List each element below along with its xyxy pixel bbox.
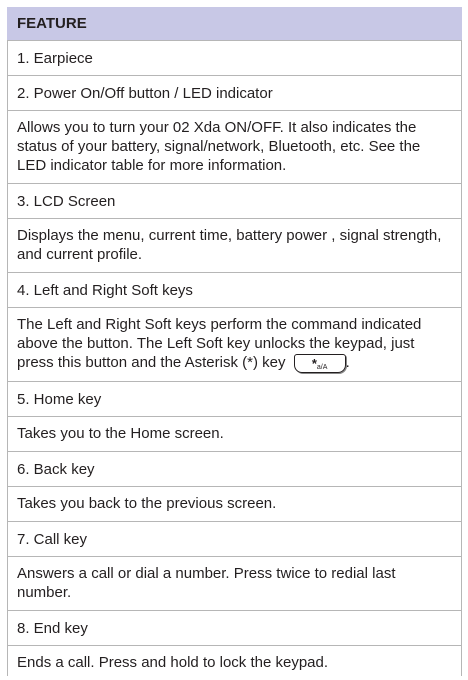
feature-description: Takes you to the Home screen.	[7, 415, 462, 451]
feature-description-text: The Left and Right Soft keys perform the…	[17, 316, 422, 371]
feature-description: Ends a call. Press and hold to lock the …	[7, 644, 462, 680]
feature-title: 2. Power On/Off button / LED indicator	[17, 85, 273, 102]
table-row: 3. LCD Screen Displays the menu, current…	[7, 184, 462, 273]
feature-title: 1. Earpiece	[17, 50, 93, 67]
feature-description: The Left and Right Soft keys perform the…	[7, 307, 462, 381]
feature-table: FEATURE 1. Earpiece 2. Power On/Off butt…	[7, 7, 462, 680]
feature-description: Displays the menu, current time, battery…	[7, 218, 462, 272]
feature-title: 7. Call key	[17, 530, 88, 548]
table-row: 1. Earpiece	[7, 41, 462, 76]
feature-title: 6. Back key	[17, 460, 95, 478]
table-row: 7. Call key Answers a call or dial a num…	[7, 522, 462, 611]
table-row: 6. Back key Takes you back to the previo…	[7, 452, 462, 522]
table-row: 4. Left and Right Soft keys The Left and…	[7, 273, 462, 382]
table-header: FEATURE	[7, 7, 462, 41]
feature-title: 5. Home key	[17, 390, 102, 408]
table-row: 2. Power On/Off button / LED indicator A…	[7, 76, 462, 184]
feature-title: 3. LCD Screen	[17, 193, 116, 210]
asterisk-key-icon: *a/A	[293, 353, 346, 373]
table-row: 8. End key Ends a call. Press and hold t…	[7, 611, 462, 680]
table-row: 5. Home key Takes you to the Home screen…	[7, 382, 462, 452]
feature-description: Answers a call or dial a number. Press t…	[7, 555, 462, 610]
feature-title: 8. End key	[17, 619, 88, 637]
feature-title: 4. Left and Right Soft keys	[17, 282, 193, 299]
feature-description: Allows you to turn your 02 Xda ON/OFF. I…	[7, 110, 462, 183]
feature-description: Takes you back to the previous screen.	[7, 485, 462, 521]
